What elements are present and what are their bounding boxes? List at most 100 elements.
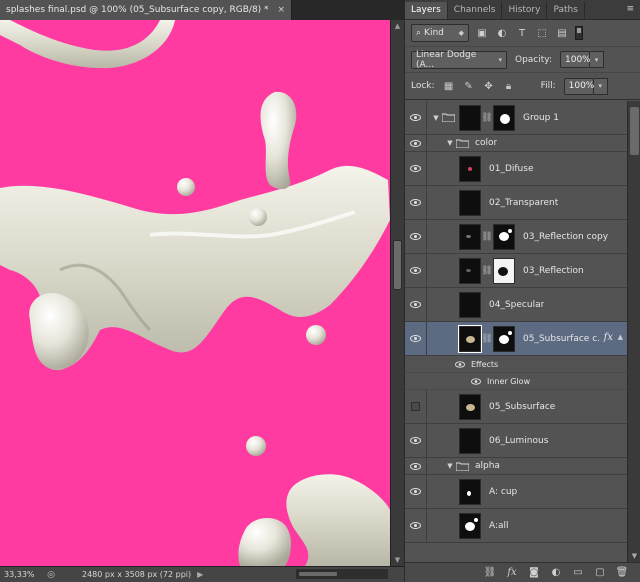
lock-transparent-icon[interactable]: ▦ xyxy=(443,80,455,92)
status-menu-icon[interactable]: ▶ xyxy=(197,570,203,579)
layers-scroll-thumb[interactable] xyxy=(630,107,639,155)
scroll-thumb[interactable] xyxy=(393,240,402,290)
link-icon: ⛓ xyxy=(481,112,493,123)
eye-icon[interactable] xyxy=(405,322,427,355)
close-icon[interactable]: × xyxy=(277,5,285,15)
layer-group-1[interactable]: ▼ ⛓ Group 1 xyxy=(405,101,627,135)
layer-name: alpha xyxy=(475,461,500,471)
layer-folder-color[interactable]: ▼ color xyxy=(405,135,627,152)
opacity-dropdown-icon[interactable]: ▾ xyxy=(590,51,604,68)
layer-03-reflection[interactable]: ⛓ 03_Reflection xyxy=(405,254,627,288)
pixel-filter-icon[interactable]: ▣ xyxy=(475,26,489,40)
layer-thumbnail xyxy=(459,155,481,182)
new-layer-icon[interactable]: ▢ xyxy=(593,566,607,580)
scroll-down-icon[interactable]: ▼ xyxy=(628,552,640,560)
layer-06-luminous[interactable]: 06_Luminous xyxy=(405,424,627,458)
eye-icon[interactable] xyxy=(405,135,427,151)
delete-layer-icon[interactable]: 🗑︎ xyxy=(615,566,629,580)
panel-tabs: Layers Channels History Paths ≡ xyxy=(405,0,640,20)
fill-dropdown-icon[interactable]: ▾ xyxy=(593,77,608,95)
filter-kind-select[interactable]: ⌕ Kind ◆ xyxy=(411,24,469,42)
add-style-icon[interactable]: fx xyxy=(505,566,519,580)
inner-glow-label: Inner Glow xyxy=(487,376,531,386)
adjustment-layer-icon[interactable]: ◐ xyxy=(549,566,563,580)
blend-mode-select[interactable]: Linear Dodge (A... ▾ xyxy=(411,49,507,70)
eye-icon[interactable] xyxy=(405,186,427,219)
layer-thumbnail xyxy=(459,223,481,250)
eye-icon[interactable] xyxy=(405,288,427,321)
layer-name: 05_Subsurface c... xyxy=(523,333,601,344)
canvas-horizontal-scrollbar[interactable] xyxy=(296,569,388,579)
blend-mode-label: Linear Dodge (A... xyxy=(416,49,477,70)
inner-glow-eye-icon[interactable] xyxy=(471,377,481,385)
canvas[interactable] xyxy=(0,20,390,566)
opacity-input[interactable]: 100% xyxy=(560,51,591,68)
hscroll-thumb[interactable] xyxy=(298,571,338,577)
fill-input[interactable]: 100% xyxy=(563,77,594,95)
layer-03-reflection-copy[interactable]: ⛓ 03_Reflection copy xyxy=(405,220,627,254)
eye-icon[interactable] xyxy=(405,152,427,185)
lock-move-icon[interactable]: ✥ xyxy=(483,80,495,92)
effects-eye-icon[interactable] xyxy=(455,360,465,368)
lock-all-icon[interactable]: 🔒︎ xyxy=(503,80,515,92)
tab-paths[interactable]: Paths xyxy=(547,2,585,19)
fx-icon[interactable]: fx xyxy=(604,332,613,343)
inner-glow-row[interactable]: Inner Glow xyxy=(405,373,627,390)
tab-channels[interactable]: Channels xyxy=(448,2,503,19)
eye-icon[interactable] xyxy=(405,509,427,542)
layer-thumbnail xyxy=(459,427,481,454)
scroll-down-icon[interactable]: ▼ xyxy=(391,554,404,566)
lock-brush-icon[interactable]: ✎ xyxy=(463,80,475,92)
expand-triangle-icon[interactable]: ▼ xyxy=(445,139,455,147)
zoom-level[interactable]: 33,33% xyxy=(0,570,44,579)
opacity-label: Opacity: xyxy=(515,54,552,65)
tab-history[interactable]: History xyxy=(502,2,548,19)
layer-a-all[interactable]: A:all xyxy=(405,509,627,543)
layer-thumbnail xyxy=(459,291,481,318)
folder-icon xyxy=(441,113,455,123)
smart-object-filter-icon[interactable]: ▤ xyxy=(555,26,569,40)
droplet-3 xyxy=(306,325,326,345)
layer-mask-thumbnail xyxy=(493,325,515,352)
status-info-icon[interactable]: ◎ xyxy=(44,569,58,581)
link-layers-icon[interactable]: ⛓ xyxy=(483,566,497,580)
type-filter-icon[interactable]: T xyxy=(515,26,529,40)
layer-name: 03_Reflection copy xyxy=(523,231,609,242)
effects-row[interactable]: Effects xyxy=(405,356,627,373)
layer-a-cup[interactable]: A: cup xyxy=(405,475,627,509)
droplet-1 xyxy=(177,178,195,196)
layer-thumbnail xyxy=(459,257,481,284)
collapse-effects-icon[interactable]: ▲ xyxy=(618,333,623,341)
layer-05-subsurface[interactable]: 05_Subsurface xyxy=(405,390,627,424)
layers-list: ▼ ⛓ Group 1 ▼ color 01_Difuse 02_Transpa… xyxy=(405,101,627,562)
layer-02-transparent[interactable]: 02_Transparent xyxy=(405,186,627,220)
layers-scrollbar[interactable]: ▼ xyxy=(627,101,640,562)
add-mask-icon[interactable]: ◙ xyxy=(527,566,541,580)
eye-icon[interactable] xyxy=(405,458,427,474)
eye-icon[interactable] xyxy=(405,424,427,457)
folder-icon xyxy=(455,461,469,471)
layer-05-subsurface-copy[interactable]: ⛓ 05_Subsurface c... fx ▲ xyxy=(405,322,627,356)
expand-triangle-icon[interactable]: ▼ xyxy=(431,114,441,122)
adjustment-filter-icon[interactable]: ◐ xyxy=(495,26,509,40)
layer-04-specular[interactable]: 04_Specular xyxy=(405,288,627,322)
visibility-box[interactable] xyxy=(405,390,427,423)
effects-label: Effects xyxy=(471,359,499,369)
scroll-up-icon[interactable]: ▲ xyxy=(391,20,404,32)
expand-triangle-icon[interactable]: ▼ xyxy=(445,462,455,470)
canvas-vertical-scrollbar[interactable]: ▲ ▼ xyxy=(390,20,404,566)
new-group-icon[interactable]: ▭ xyxy=(571,566,585,580)
tab-layers[interactable]: Layers xyxy=(405,2,448,19)
shape-filter-icon[interactable]: ⬚ xyxy=(535,26,549,40)
eye-icon[interactable] xyxy=(405,373,427,389)
panel-menu-icon[interactable]: ≡ xyxy=(626,4,634,14)
eye-icon[interactable] xyxy=(405,220,427,253)
layer-folder-alpha[interactable]: ▼ alpha xyxy=(405,458,627,475)
eye-icon[interactable] xyxy=(405,254,427,287)
filter-toggle[interactable] xyxy=(575,26,583,40)
eye-icon[interactable] xyxy=(405,356,427,372)
layer-01-difuse[interactable]: 01_Difuse xyxy=(405,152,627,186)
eye-icon[interactable] xyxy=(405,475,427,508)
eye-icon[interactable] xyxy=(405,101,427,134)
document-tab[interactable]: splashes final.psd @ 100% (05_Subsurface… xyxy=(0,0,292,20)
